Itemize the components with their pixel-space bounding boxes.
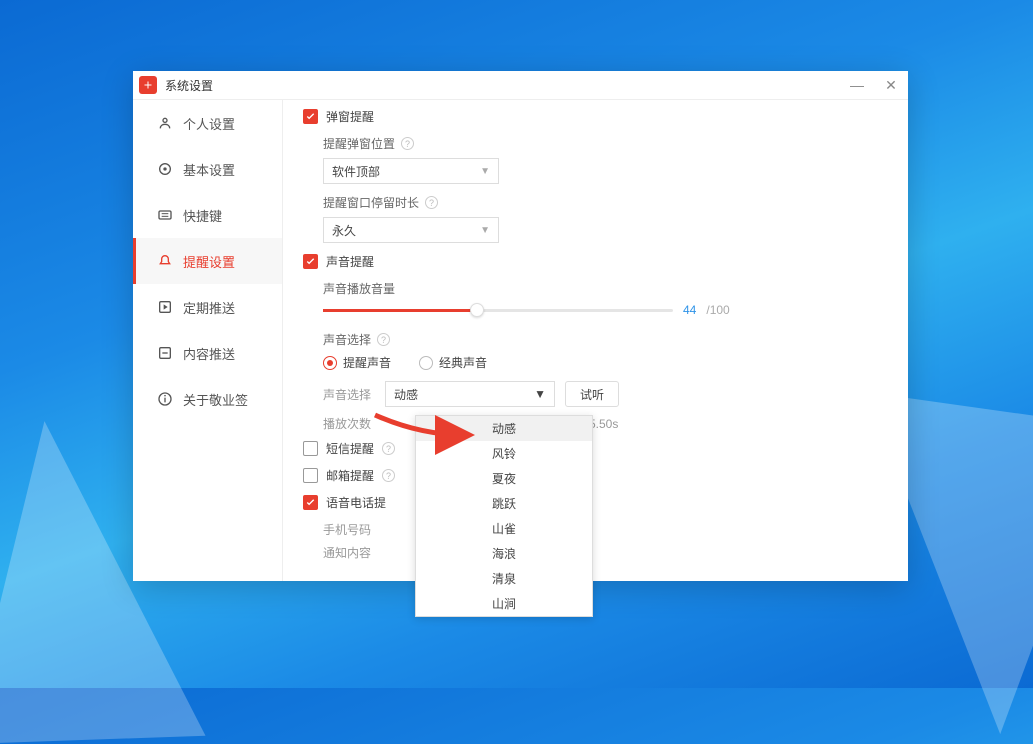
sidebar-item-schedule[interactable]: 定期推送 [133,284,282,330]
popup-duration-label: 提醒窗口停留时长 [323,194,419,211]
dropdown-option[interactable]: 清泉 [416,566,592,591]
dropdown-option[interactable]: 动感 [416,416,592,441]
sound-select-value: 动感 [394,386,418,403]
sidebar-item-basic[interactable]: 基本设置 [133,146,282,192]
help-icon[interactable]: ? [401,137,414,150]
popup-position-select[interactable]: 软件顶部 ▼ [323,158,499,184]
volume-max: /100 [706,303,729,317]
chevron-down-icon: ▼ [480,225,490,236]
chevron-down-icon: ▼ [480,166,490,177]
sound-select[interactable]: 动感 ▼ [385,381,555,407]
sidebar-item-label: 关于敬业签 [183,390,248,409]
sound-remind-checkbox[interactable] [303,254,318,269]
popup-duration-value: 永久 [332,222,356,239]
help-icon[interactable]: ? [382,469,395,482]
radio-remind-sound[interactable]: 提醒声音 [323,354,391,371]
chevron-down-icon: ▼ [534,387,546,401]
popup-position-label: 提醒弹窗位置 [323,135,395,152]
popup-position-value: 软件顶部 [332,163,380,180]
sidebar-item-shortcut[interactable]: 快捷键 [133,192,282,238]
popup-remind-label: 弹窗提醒 [326,108,374,125]
voice-call-checkbox[interactable] [303,495,318,510]
sidebar-item-label: 内容推送 [183,344,235,363]
play-count-label: 播放次数 [323,415,375,432]
volume-label: 声音播放音量 [323,280,395,297]
listen-button[interactable]: 试听 [565,381,619,407]
dropdown-option[interactable]: 海浪 [416,541,592,566]
phone-label: 手机号码 [323,521,888,538]
person-icon [157,115,173,131]
push-icon [157,299,173,315]
dropdown-option[interactable]: 风铃 [416,441,592,466]
sound-remind-label: 声音提醒 [326,253,374,270]
mail-remind-label: 邮箱提醒 [326,467,374,484]
sms-remind-checkbox[interactable] [303,441,318,456]
sound-select-label: 声音选择 [323,386,375,403]
sidebar-item-label: 定期推送 [183,298,235,317]
sidebar-item-about[interactable]: 关于敬业签 [133,376,282,422]
volume-slider[interactable] [323,309,673,312]
content-icon [157,345,173,361]
help-icon[interactable]: ? [382,442,395,455]
help-icon[interactable]: ? [425,196,438,209]
keyboard-icon [157,207,173,223]
radio-classic-sound[interactable]: 经典声音 [419,354,487,371]
dropdown-option[interactable]: 跳跃 [416,491,592,516]
sidebar-item-label: 个人设置 [183,114,235,133]
sidebar-item-label: 基本设置 [183,160,235,179]
voice-call-label: 语音电话提 [326,494,386,511]
sidebar-item-label: 快捷键 [183,206,222,225]
content-panel: 弹窗提醒 提醒弹窗位置 ? 软件顶部 ▼ 提醒窗口停留时长 ? 永久 ▼ [283,100,908,581]
help-icon[interactable]: ? [377,333,390,346]
sidebar-item-content[interactable]: 内容推送 [133,330,282,376]
info-icon [157,391,173,407]
notify-content-label: 通知内容 [323,544,888,561]
dropdown-option[interactable]: 夏夜 [416,466,592,491]
slider-thumb[interactable] [470,303,484,317]
gear-icon [157,161,173,177]
sidebar-item-reminder[interactable]: 提醒设置 [133,238,282,284]
mail-remind-checkbox[interactable] [303,468,318,483]
popup-duration-select[interactable]: 永久 ▼ [323,217,499,243]
sidebar: 个人设置 基本设置 快捷键 提醒设置 定期推送 内容推送 [133,100,283,581]
sound-dropdown[interactable]: 动感 风铃 夏夜 跳跃 山雀 海浪 清泉 山涧 [415,415,593,617]
app-logo-icon [139,76,157,94]
window-title: 系统设置 [165,77,213,94]
sidebar-item-personal[interactable]: 个人设置 [133,100,282,146]
volume-value: 44 [683,303,696,317]
sms-remind-label: 短信提醒 [326,440,374,457]
titlebar: 系统设置 — ✕ [133,71,908,100]
dropdown-option[interactable]: 山雀 [416,516,592,541]
minimize-button[interactable]: — [840,71,874,100]
radio-classic-label: 经典声音 [439,354,487,371]
popup-remind-checkbox[interactable] [303,109,318,124]
dropdown-option[interactable]: 山涧 [416,591,592,616]
sound-choice-label: 声音选择 [323,331,371,348]
bell-icon [157,253,173,269]
sidebar-item-label: 提醒设置 [183,252,235,271]
close-button[interactable]: ✕ [874,71,908,100]
radio-remind-label: 提醒声音 [343,354,391,371]
